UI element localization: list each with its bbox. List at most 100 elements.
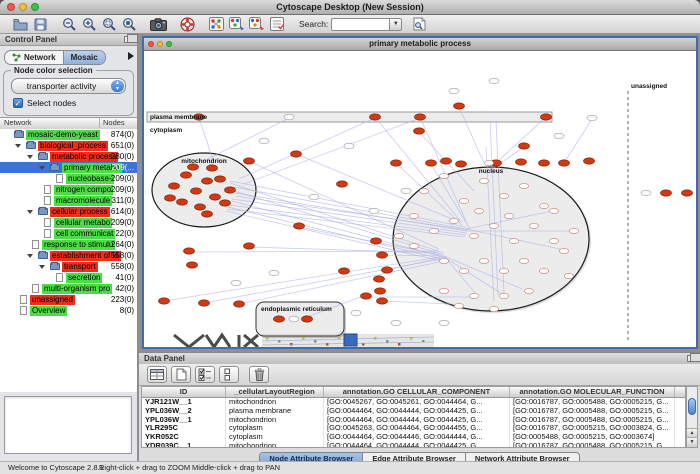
network-node[interactable] xyxy=(524,288,533,293)
network-tree-item[interactable]: secretion41(0) xyxy=(0,272,137,283)
import-network-icon[interactable] xyxy=(228,16,245,32)
network-node[interactable] xyxy=(377,252,388,258)
network-node[interactable] xyxy=(409,243,418,248)
network-node[interactable] xyxy=(499,268,508,273)
network-node[interactable] xyxy=(215,176,226,182)
close-button[interactable] xyxy=(7,3,15,11)
network-node[interactable] xyxy=(375,288,386,294)
network-node[interactable] xyxy=(441,158,452,164)
network-tree-item[interactable]: nitrogen compo209(0) xyxy=(0,184,137,195)
birds-eye-view[interactable] xyxy=(4,396,132,454)
float-panel-icon[interactable] xyxy=(124,36,133,43)
network-node[interactable] xyxy=(564,273,573,278)
network-node[interactable] xyxy=(489,306,498,311)
tree-item-label[interactable]: biological_process xyxy=(38,141,108,151)
float-data-panel-icon[interactable] xyxy=(687,355,696,362)
network-tree-item[interactable]: metabolic process280(0) xyxy=(0,151,137,162)
select-attributes-icon[interactable] xyxy=(195,366,215,383)
network-node[interactable] xyxy=(489,223,498,228)
tree-expand-arrow-icon[interactable] xyxy=(27,210,33,214)
network-node[interactable] xyxy=(454,303,463,308)
network-node[interactable] xyxy=(641,190,651,196)
network-node[interactable] xyxy=(291,151,302,157)
network-node[interactable] xyxy=(377,298,388,304)
tree-expand-arrow-icon[interactable] xyxy=(27,254,33,258)
tree-item-label[interactable]: cellular metabo xyxy=(54,218,112,228)
tree-item-label[interactable]: cellular process xyxy=(50,207,110,217)
network-node[interactable] xyxy=(361,293,372,299)
network-node[interactable] xyxy=(339,268,350,274)
table-column-header[interactable]: annotation.GO MOLECULAR_FUNCTION xyxy=(510,387,675,397)
minimize-button[interactable] xyxy=(19,3,27,11)
table-scrollbar[interactable]: ▲ ▼ xyxy=(686,386,698,448)
network-tree-item[interactable]: cellular process614(0) xyxy=(0,206,137,217)
network-node[interactable] xyxy=(459,198,468,203)
network-node[interactable] xyxy=(409,213,418,218)
network-node[interactable] xyxy=(414,128,425,134)
network-node[interactable] xyxy=(541,114,552,120)
new-attribute-icon[interactable] xyxy=(171,366,191,383)
table-column-header[interactable]: annotation.GO CELLULAR_COMPONENT xyxy=(324,387,510,397)
network-node[interactable] xyxy=(374,276,385,282)
network-node[interactable] xyxy=(202,178,213,184)
network-node[interactable] xyxy=(294,223,305,229)
tree-item-label[interactable]: unassigned xyxy=(30,295,75,305)
create-network-icon[interactable] xyxy=(208,16,225,32)
network-node[interactable] xyxy=(199,300,210,306)
network-node[interactable] xyxy=(449,218,458,223)
tree-expand-arrow-icon[interactable] xyxy=(15,144,21,148)
network-node[interactable] xyxy=(169,183,180,189)
network-tree-item[interactable]: primary metabo209(... xyxy=(0,162,137,173)
network-node[interactable] xyxy=(469,233,478,238)
region-plasma-membrane[interactable] xyxy=(147,112,552,122)
network-node[interactable] xyxy=(539,268,548,273)
network-node[interactable] xyxy=(394,233,403,238)
tree-item-label[interactable]: mosaic-demo-yeast xyxy=(26,130,100,140)
network-node[interactable] xyxy=(449,88,459,94)
attribute-browser-icon[interactable] xyxy=(147,366,167,383)
network-tree-item[interactable]: transport558(0) xyxy=(0,261,137,272)
network-node[interactable] xyxy=(429,228,438,233)
network-node[interactable] xyxy=(426,160,437,166)
network-tree-item[interactable]: cellular metabo209(0) xyxy=(0,217,137,228)
delete-attribute-icon[interactable] xyxy=(249,366,269,383)
tree-item-label[interactable]: nucleobase- xyxy=(66,174,114,184)
network-tree-item[interactable]: biological_process651(0) xyxy=(0,140,137,151)
network-node[interactable] xyxy=(207,165,218,171)
network-node[interactable] xyxy=(225,187,236,193)
network-node[interactable] xyxy=(195,204,206,210)
network-node[interactable] xyxy=(539,203,548,208)
table-row[interactable]: YKR052Ccytoplasm[GO:0044464, GO:0044446,… xyxy=(142,433,685,442)
network-node[interactable] xyxy=(220,200,231,206)
network-node[interactable] xyxy=(231,280,241,286)
unselect-attributes-icon[interactable] xyxy=(219,366,239,383)
network-node[interactable] xyxy=(519,258,528,263)
network-tree-item[interactable]: multi-organism pro42(0) xyxy=(0,283,137,294)
tree-column-network[interactable]: Network xyxy=(4,118,32,128)
network-node[interactable] xyxy=(244,243,255,249)
network-tree-item[interactable]: cell communicat22(0) xyxy=(0,228,137,239)
table-row[interactable]: YLR295Ccytoplasm[GO:0045263, GO:0044464,… xyxy=(142,424,685,433)
network-node[interactable] xyxy=(569,228,578,233)
snapshot-icon[interactable] xyxy=(150,16,167,32)
network-node[interactable] xyxy=(344,143,354,149)
save-icon[interactable] xyxy=(32,16,49,32)
network-node[interactable] xyxy=(454,103,465,109)
tree-item-label[interactable]: Overview xyxy=(30,306,67,316)
table-column-header[interactable]: ID xyxy=(142,387,226,397)
network-tree-item[interactable]: Overview8(0) xyxy=(0,305,137,316)
network-node[interactable] xyxy=(202,211,213,217)
network-node[interactable] xyxy=(370,114,381,120)
tree-item-label[interactable]: cell communicat xyxy=(54,229,115,239)
search-input[interactable] xyxy=(331,18,389,31)
network-node[interactable] xyxy=(274,316,285,322)
network-tree-item[interactable]: establishment of lo558(0) xyxy=(0,250,137,261)
help-icon[interactable] xyxy=(179,16,196,32)
network-node[interactable] xyxy=(337,181,348,187)
network-node[interactable] xyxy=(484,160,493,165)
network-node[interactable] xyxy=(419,188,428,193)
network-tree-item[interactable]: unassigned223(0) xyxy=(0,294,137,305)
network-node[interactable] xyxy=(187,262,198,268)
network-node[interactable] xyxy=(516,159,527,165)
network-node[interactable] xyxy=(504,213,513,218)
